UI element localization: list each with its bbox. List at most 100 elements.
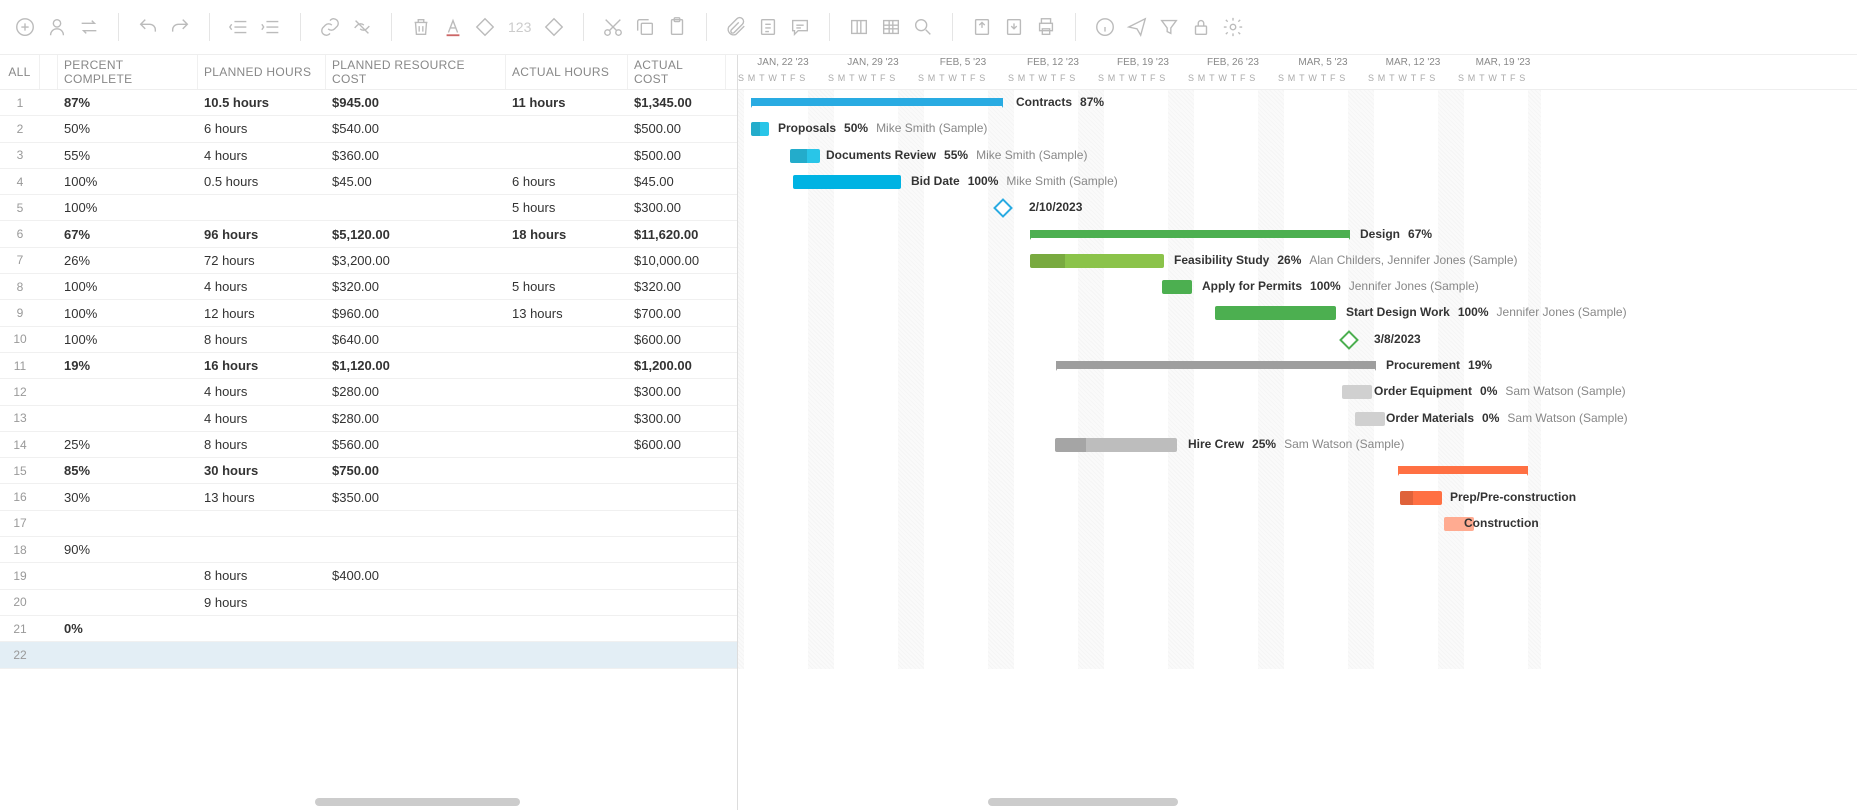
cell-planned-resource-cost[interactable]: $5,120.00 [326,221,506,246]
person-icon[interactable] [44,14,70,40]
delete-icon[interactable] [408,14,434,40]
cell-planned-resource-cost[interactable]: $360.00 [326,143,506,168]
grid-row[interactable]: 1425%8 hours$560.00$600.00 [0,432,737,458]
cell-actual-cost[interactable]: $1,200.00 [628,353,726,378]
cell-actual-hours[interactable]: 6 hours [506,169,628,194]
print-icon[interactable] [1033,14,1059,40]
grid-row[interactable]: 5100%5 hours$300.00 [0,195,737,221]
header-planned-resource-cost[interactable]: PLANNED RESOURCE COST [326,55,506,89]
cell-actual-hours[interactable]: 5 hours [506,274,628,299]
cell-planned-hours[interactable]: 6 hours [198,116,326,141]
cell-planned-resource-cost[interactable]: $750.00 [326,458,506,483]
send-icon[interactable] [1124,14,1150,40]
cell-actual-cost[interactable]: $300.00 [628,195,726,220]
columns-icon[interactable] [846,14,872,40]
cell-planned-hours[interactable]: 4 hours [198,406,326,431]
grid-row[interactable]: 134 hours$280.00$300.00 [0,406,737,432]
cell-actual-cost[interactable]: $45.00 [628,169,726,194]
cell-planned-resource-cost[interactable] [326,590,506,615]
cell-actual-hours[interactable] [506,642,628,667]
cell-actual-hours[interactable] [506,432,628,457]
gantt-task-bar[interactable] [1342,385,1372,399]
cell-actual-cost[interactable]: $300.00 [628,406,726,431]
grid-row[interactable]: 210% [0,616,737,642]
copy-icon[interactable] [632,14,658,40]
cell-percent-complete[interactable] [58,563,198,588]
header-planned-hours[interactable]: PLANNED HOURS [198,55,326,89]
cell-actual-hours[interactable] [506,563,628,588]
cell-planned-hours[interactable]: 8 hours [198,327,326,352]
cell-planned-hours[interactable]: 0.5 hours [198,169,326,194]
grid-row[interactable]: 1585%30 hours$750.00 [0,458,737,484]
grid-row[interactable]: 8100%4 hours$320.005 hours$320.00 [0,274,737,300]
cell-planned-resource-cost[interactable]: $540.00 [326,116,506,141]
cut-icon[interactable] [600,14,626,40]
cell-planned-resource-cost[interactable]: $560.00 [326,432,506,457]
text-color-icon[interactable] [440,14,466,40]
grid-icon[interactable] [878,14,904,40]
cell-planned-hours[interactable]: 30 hours [198,458,326,483]
cell-actual-hours[interactable] [506,484,628,509]
cell-planned-resource-cost[interactable]: $350.00 [326,484,506,509]
cell-actual-cost[interactable]: $10,000.00 [628,248,726,273]
cell-percent-complete[interactable] [58,590,198,615]
cell-actual-cost[interactable]: $1,345.00 [628,90,726,115]
cell-actual-hours[interactable] [506,379,628,404]
attach-icon[interactable] [723,14,749,40]
cell-planned-resource-cost[interactable] [326,195,506,220]
cell-planned-resource-cost[interactable]: $3,200.00 [326,248,506,273]
cell-planned-resource-cost[interactable] [326,537,506,562]
cell-actual-hours[interactable] [506,248,628,273]
cell-planned-resource-cost[interactable] [326,616,506,641]
cell-actual-cost[interactable]: $600.00 [628,432,726,457]
cell-actual-hours[interactable]: 5 hours [506,195,628,220]
cell-percent-complete[interactable]: 0% [58,616,198,641]
gantt-task-bar[interactable] [790,149,820,163]
gantt-task-bar[interactable] [1055,438,1177,452]
cell-percent-complete[interactable]: 26% [58,248,198,273]
cell-actual-hours[interactable] [506,406,628,431]
cell-actual-cost[interactable]: $600.00 [628,327,726,352]
cell-planned-hours[interactable]: 96 hours [198,221,326,246]
header-all[interactable]: ALL [0,55,40,89]
grid-row[interactable]: 9100%12 hours$960.0013 hours$700.00 [0,300,737,326]
cell-planned-resource-cost[interactable]: $960.00 [326,300,506,325]
cell-percent-complete[interactable]: 100% [58,274,198,299]
cell-actual-hours[interactable] [506,616,628,641]
grid-row[interactable]: 1890% [0,537,737,563]
gantt-task-bar[interactable] [1162,280,1192,294]
cell-planned-hours[interactable]: 9 hours [198,590,326,615]
cell-actual-cost[interactable] [628,590,726,615]
cell-percent-complete[interactable] [58,379,198,404]
cell-actual-cost[interactable] [628,563,726,588]
grid-row[interactable]: 187%10.5 hours$945.0011 hours$1,345.00 [0,90,737,116]
cell-percent-complete[interactable]: 100% [58,327,198,352]
cell-actual-hours[interactable]: 11 hours [506,90,628,115]
cell-planned-resource-cost[interactable]: $320.00 [326,274,506,299]
cell-actual-hours[interactable] [506,327,628,352]
cell-actual-cost[interactable] [628,511,726,536]
cell-actual-hours[interactable] [506,511,628,536]
cell-percent-complete[interactable]: 85% [58,458,198,483]
gantt-summary-bar[interactable] [1398,466,1528,474]
gantt-summary-bar[interactable] [1030,230,1350,238]
cell-planned-hours[interactable]: 8 hours [198,563,326,588]
grid-row[interactable]: 726%72 hours$3,200.00$10,000.00 [0,248,737,274]
cell-actual-cost[interactable]: $500.00 [628,116,726,141]
cell-percent-complete[interactable]: 55% [58,143,198,168]
cell-actual-hours[interactable] [506,458,628,483]
header-percent-complete[interactable]: PERCENT COMPLETE [58,55,198,89]
export-icon[interactable] [969,14,995,40]
cell-planned-resource-cost[interactable] [326,642,506,667]
cell-percent-complete[interactable] [58,642,198,667]
cell-percent-complete[interactable]: 100% [58,195,198,220]
cell-actual-cost[interactable] [628,537,726,562]
filter-icon[interactable] [1156,14,1182,40]
gantt-summary-bar[interactable] [1056,361,1376,369]
gantt-summary-bar[interactable] [751,98,1003,106]
cell-planned-hours[interactable]: 4 hours [198,379,326,404]
note-icon[interactable] [755,14,781,40]
grid-row[interactable]: 17 [0,511,737,537]
cell-actual-hours[interactable]: 18 hours [506,221,628,246]
cell-actual-cost[interactable] [628,458,726,483]
